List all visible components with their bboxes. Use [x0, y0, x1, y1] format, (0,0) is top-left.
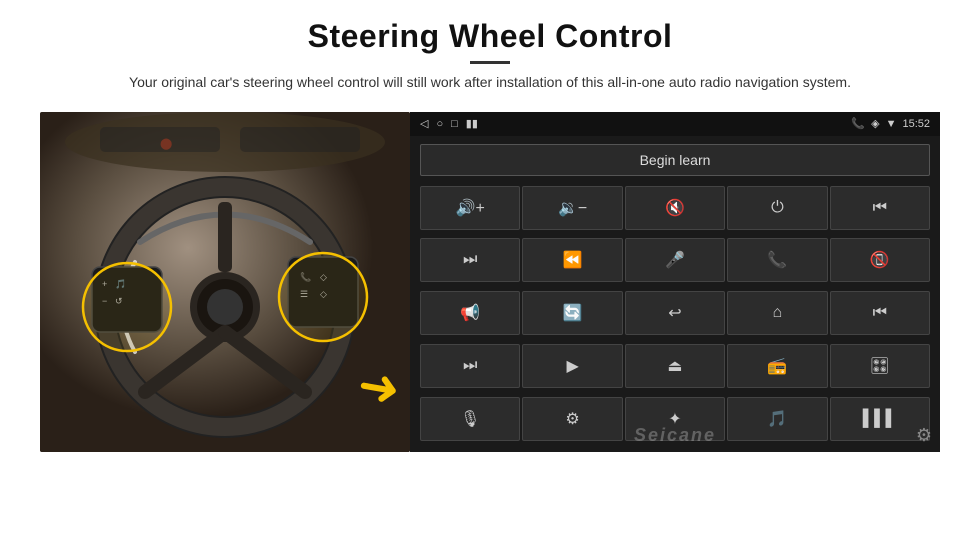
steering-wheel-image: ⬤ + — [40, 112, 410, 452]
control-btn-vol-mute[interactable]: 🔇 — [625, 186, 725, 230]
status-bar: ◁ ○ □ ▮▮ 📞 ◈ ▼ 15:52 — [410, 112, 940, 136]
control-btn-phone[interactable]: 📞 — [727, 238, 827, 282]
status-bar-left: ◁ ○ □ ▮▮ — [420, 117, 478, 130]
control-btn-navigate[interactable]: ▶ — [522, 344, 622, 388]
control-btn-bluetooth[interactable]: ✦ — [625, 397, 725, 441]
control-btn-vol-up[interactable]: 🔊+ — [420, 186, 520, 230]
control-btn-equalizer[interactable]: 🎛 — [830, 344, 930, 388]
page-title: Steering Wheel Control — [129, 18, 851, 55]
nav-recent-icon[interactable]: □ — [451, 118, 458, 130]
content-row: ⬤ + — [40, 112, 940, 452]
control-btn-prev-track[interactable]: ⏮ — [830, 186, 930, 230]
title-section: Steering Wheel Control Your original car… — [129, 18, 851, 106]
control-btn-settings2[interactable]: ⚙ — [522, 397, 622, 441]
control-btn-home[interactable]: ⌂ — [727, 291, 827, 335]
control-btn-power[interactable]: ⏻ — [727, 186, 827, 230]
title-divider — [470, 61, 510, 64]
control-btn-skip-forward[interactable]: ⏭ — [420, 238, 520, 282]
wifi-icon: ▼ — [886, 118, 897, 130]
phone-status-icon: 📞 — [851, 117, 865, 130]
time-display: 15:52 — [902, 118, 930, 130]
location-icon: ◈ — [871, 117, 879, 130]
control-btn-mic2[interactable]: 🎙 — [420, 397, 520, 441]
android-panel: ◁ ○ □ ▮▮ 📞 ◈ ▼ 15:52 Begin learn 🔊+🔉−🔇⏻⏮… — [410, 112, 940, 452]
nav-home-icon[interactable]: ○ — [436, 118, 443, 130]
control-btn-vol-down[interactable]: 🔉− — [522, 186, 622, 230]
control-btn-radio[interactable]: 📻 — [727, 344, 827, 388]
gear-settings-icon[interactable]: ⚙ — [916, 425, 932, 446]
page-subtitle: Your original car's steering wheel contr… — [129, 72, 851, 94]
control-btn-horn[interactable]: 📢 — [420, 291, 520, 335]
control-btn-hang-up[interactable]: 📵 — [830, 238, 930, 282]
controls-grid: 🔊+🔉−🔇⏻⏮⏭⏪🎤📞📵📢🔄↩⌂⏮⏭▶⏏📻🎛🎙⚙✦🎵▌▌▌ — [410, 182, 940, 452]
begin-learn-row: Begin learn — [410, 136, 940, 182]
begin-learn-button[interactable]: Begin learn — [420, 144, 930, 176]
nav-back-icon[interactable]: ◁ — [420, 117, 428, 130]
control-btn-seek-back[interactable]: ⏪ — [522, 238, 622, 282]
status-bar-right: 📞 ◈ ▼ 15:52 — [851, 117, 930, 130]
control-btn-music[interactable]: 🎵 — [727, 397, 827, 441]
control-btn-fast-forward[interactable]: ⏭ — [420, 344, 520, 388]
control-btn-360-view[interactable]: 🔄 — [522, 291, 622, 335]
page-container: Steering Wheel Control Your original car… — [0, 0, 980, 548]
control-btn-skip-back2[interactable]: ⏮ — [830, 291, 930, 335]
signal-icon: ▮▮ — [466, 117, 478, 130]
control-btn-mic[interactable]: 🎤 — [625, 238, 725, 282]
control-btn-eject[interactable]: ⏏ — [625, 344, 725, 388]
control-btn-back[interactable]: ↩ — [625, 291, 725, 335]
